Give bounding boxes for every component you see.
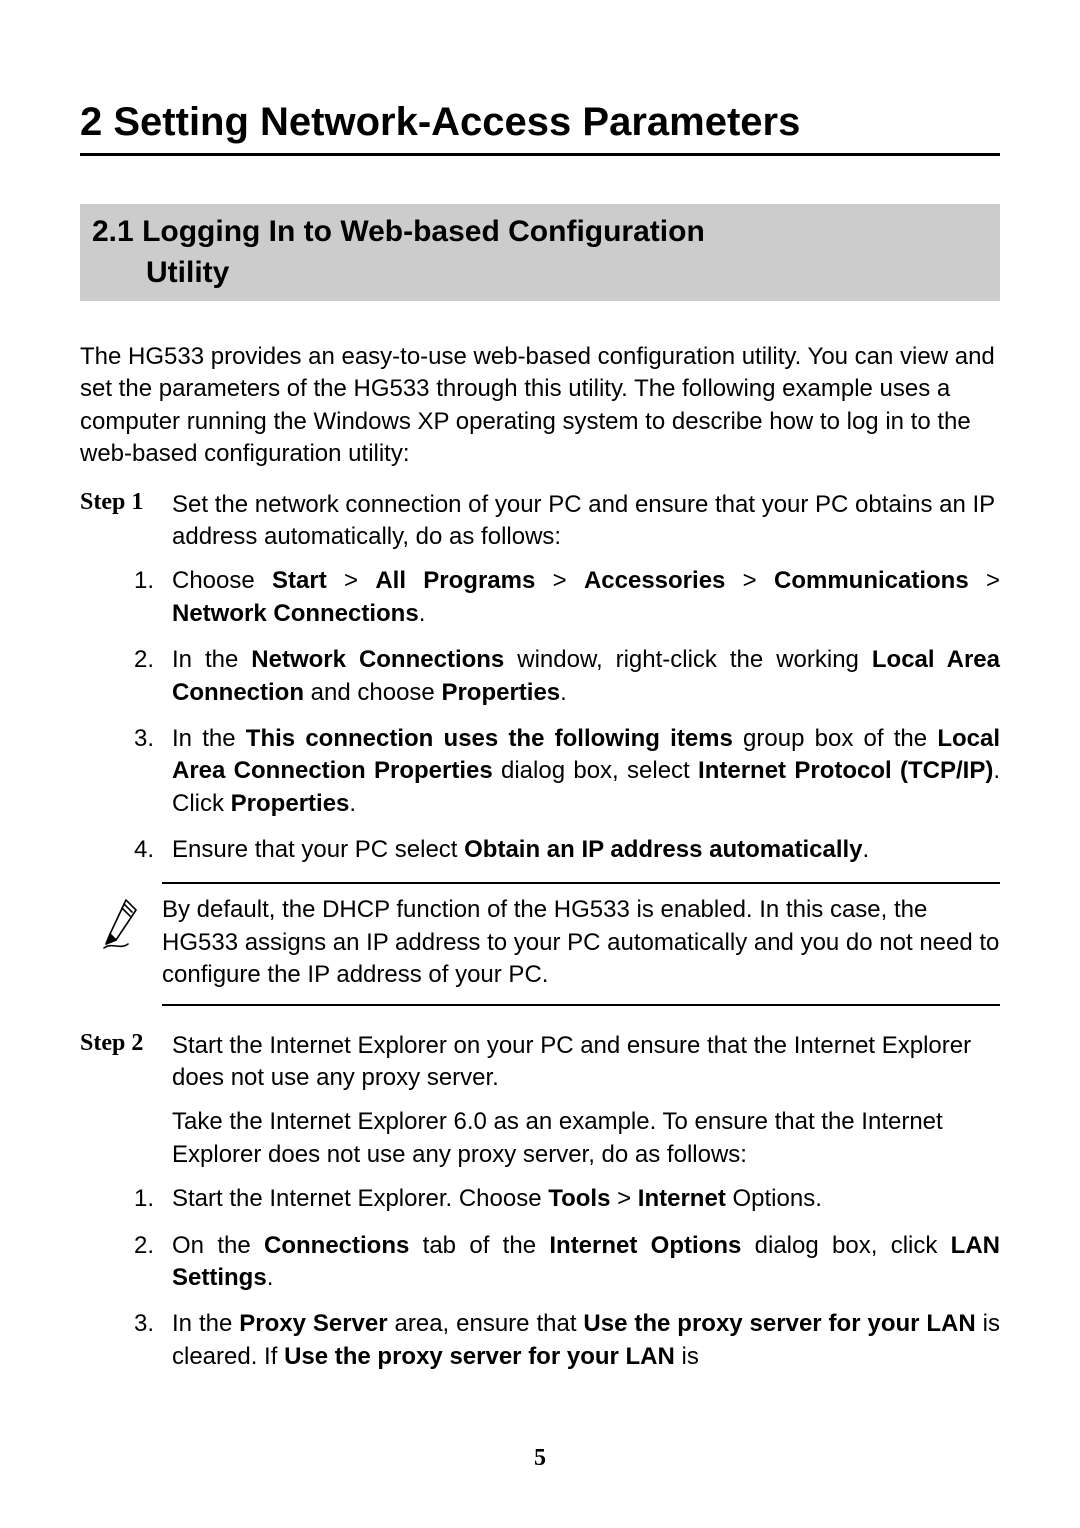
- list-item: 1.Choose Start > All Programs > Accessor…: [134, 565, 1000, 630]
- step-2-text-p2: Take the Internet Explorer 6.0 as an exa…: [172, 1106, 1000, 1171]
- step-2-label: Step 2: [80, 1030, 172, 1172]
- list-item: 4.Ensure that your PC select Obtain an I…: [134, 834, 1000, 866]
- step-2: Step 2 Start the Internet Explorer on yo…: [80, 1030, 1000, 1172]
- list-item: 1.Start the Internet Explorer. Choose To…: [134, 1183, 1000, 1215]
- step-1-label: Step 1: [80, 489, 172, 554]
- list-item-text: In the This connection uses the followin…: [172, 723, 1000, 820]
- chapter-title-text: Setting Network-Access Parameters: [113, 100, 800, 144]
- list-item-number: 2.: [134, 644, 172, 709]
- note-pen-icon: [102, 882, 162, 957]
- list-item-number: 1.: [134, 1183, 172, 1215]
- list-item-text: Start the Internet Explorer. Choose Tool…: [172, 1183, 1000, 1215]
- section-number: 2.1: [92, 215, 134, 248]
- intro-paragraph: The HG533 provides an easy-to-use web-ba…: [80, 341, 1000, 471]
- list-item-number: 3.: [134, 723, 172, 820]
- section-title-line2: Utility: [92, 253, 988, 294]
- list-item-text: In the Proxy Server area, ensure that Us…: [172, 1308, 1000, 1373]
- list-item-text: In the Network Connections window, right…: [172, 644, 1000, 709]
- list-item-text: Ensure that your PC select Obtain an IP …: [172, 834, 1000, 866]
- list-item-number: 4.: [134, 834, 172, 866]
- step-2-substeps: 1.Start the Internet Explorer. Choose To…: [134, 1183, 1000, 1373]
- step-1: Step 1 Set the network connection of you…: [80, 489, 1000, 554]
- chapter-title: 2 Setting Network-Access Parameters: [80, 100, 1000, 156]
- list-item-number: 1.: [134, 565, 172, 630]
- chapter-number: 2: [80, 100, 102, 144]
- page-number: 5: [0, 1445, 1080, 1472]
- list-item: 3.In the Proxy Server area, ensure that …: [134, 1308, 1000, 1373]
- list-item-text: Choose Start > All Programs > Accessorie…: [172, 565, 1000, 630]
- section-title-line1: Logging In to Web-based Configuration: [142, 215, 705, 248]
- step-2-text-p1: Start the Internet Explorer on your PC a…: [172, 1030, 1000, 1095]
- note-block: By default, the DHCP function of the HG5…: [102, 882, 1000, 1005]
- list-item: 2.On the Connections tab of the Internet…: [134, 1230, 1000, 1295]
- step-2-text: Start the Internet Explorer on your PC a…: [172, 1030, 1000, 1172]
- list-item-text: On the Connections tab of the Internet O…: [172, 1230, 1000, 1295]
- list-item: 2.In the Network Connections window, rig…: [134, 644, 1000, 709]
- list-item-number: 3.: [134, 1308, 172, 1373]
- list-item-number: 2.: [134, 1230, 172, 1295]
- step-1-substeps: 1.Choose Start > All Programs > Accessor…: [134, 565, 1000, 866]
- section-title: 2.1 Logging In to Web-based Configuratio…: [80, 204, 1000, 301]
- note-text: By default, the DHCP function of the HG5…: [162, 882, 1000, 1005]
- list-item: 3.In the This connection uses the follow…: [134, 723, 1000, 820]
- step-1-text: Set the network connection of your PC an…: [172, 489, 1000, 554]
